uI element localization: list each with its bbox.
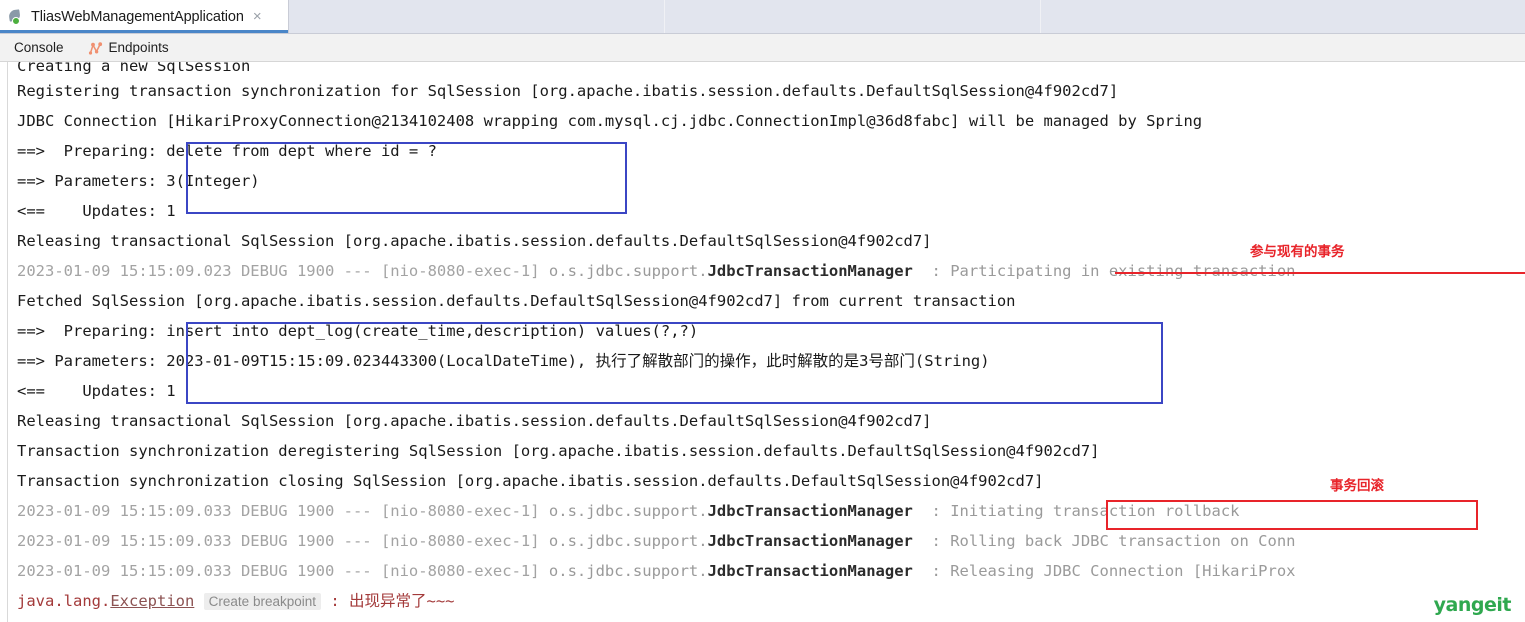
console-line-segment: 2023-01-09 15:15:09.033 DEBUG 1900 --- [… [17,532,549,550]
run-tab-tlias[interactable]: TliasWebManagementApplication × [0,0,289,33]
console-line-segment: JdbcTransactionManager [707,502,913,520]
console-line: ==> Preparing: insert into dept_log(crea… [0,316,1525,346]
console-line: Releasing transactional SqlSession [org.… [0,406,1525,436]
console-line: 2023-01-09 15:15:09.033 DEBUG 1900 --- [… [0,496,1525,526]
console-line: 2023-01-09 15:15:09.023 DEBUG 1900 --- [… [0,256,1525,286]
console-line-segment: o.s.jdbc.support. [548,532,708,550]
console-line-segment: JdbcTransactionManager [707,262,913,280]
console-line-segment: ==> Preparing: delete from dept where id… [17,142,437,160]
console-line: Transaction synchronization deregisterin… [0,436,1525,466]
editor-tab-bar: TliasWebManagementApplication × [0,0,1525,34]
console-line-segment: java.lang. [17,592,111,610]
tab-console-label: Console [14,40,64,55]
tab-bar-empty-area [289,0,1525,33]
console-line-segment: Releasing transactional SqlSession [org.… [17,412,932,430]
tab-console[interactable]: Console [4,38,74,57]
tab-bar-segment-1 [289,0,665,33]
run-tab-title: TliasWebManagementApplication [31,8,244,25]
console-line-segment: Releasing transactional SqlSession [org.… [17,232,932,250]
console-line: JDBC Connection [HikariProxyConnection@2… [0,106,1525,136]
tab-bar-segment-3 [1041,0,1525,33]
console-line: 2023-01-09 15:15:09.033 DEBUG 1900 --- [… [0,556,1525,586]
console-line-segment: Transaction synchronization deregisterin… [17,442,1100,460]
console-line: <== Updates: 1 [0,376,1525,406]
console-line-segment: 2023-01-09 15:15:09.033 DEBUG 1900 --- [… [17,562,549,580]
create-breakpoint-chip[interactable]: Create breakpoint [203,593,321,610]
console-line: ==> Parameters: 3(Integer) [0,166,1525,196]
close-icon[interactable]: × [251,9,264,24]
console-line: Creating a new SqlSession [0,62,1525,76]
console-line-segment: 2023-01-09 15:15:09.023 DEBUG 1900 --- [… [17,262,549,280]
console-line-segment: <== Updates: 1 [17,202,176,220]
console-line-segment: : Releasing JDBC Connection [HikariProx [912,562,1296,580]
console-line-segment: <== Updates: 1 [17,382,176,400]
console-line-list: Creating a new SqlSession Registering tra… [0,62,1525,616]
console-line: ==> Preparing: delete from dept where id… [0,136,1525,166]
console-line-segment: : Initiating transaction rollback [912,502,1240,520]
console-exception-line: java.lang.Exception Create breakpoint : … [0,586,1525,616]
console-line: 2023-01-09 15:15:09.033 DEBUG 1900 --- [… [0,526,1525,556]
console-line: <== Updates: 1 [0,196,1525,226]
console-line: Fetched SqlSession [org.apache.ibatis.se… [0,286,1525,316]
console-line-segment: ==> Parameters: 3(Integer) [17,172,260,190]
console-line: Releasing transactional SqlSession [org.… [0,226,1525,256]
console-line: Transaction synchronization closing SqlS… [0,466,1525,496]
tab-bar-segment-2 [665,0,1041,33]
endpoints-graph-icon [88,41,103,55]
console-line-segment: JdbcTransactionManager [707,562,913,580]
tab-endpoints[interactable]: Endpoints [78,38,179,57]
console-line-segment: ==> Preparing: insert into dept_log(crea… [17,322,699,340]
console-output-panel[interactable]: Creating a new SqlSession Registering tra… [0,62,1525,622]
console-line-segment: JdbcTransactionManager [707,532,913,550]
console-line: ==> Parameters: 2023-01-09T15:15:09.0234… [0,346,1525,376]
console-line-segment: Creating a new SqlSession [17,62,251,75]
console-line-segment: 2023-01-09 15:15:09.033 DEBUG 1900 --- [… [17,502,549,520]
console-line-segment: o.s.jdbc.support. [548,262,708,280]
watermark-yangeit: yangeit [1433,594,1512,616]
console-line-segment: ==> Parameters: 2023-01-09T15:15:09.0234… [17,352,990,370]
console-line-segment: Transaction synchronization closing SqlS… [17,472,1044,490]
console-line: Registering transaction synchronization … [0,76,1525,106]
console-line-segment: Fetched SqlSession [org.apache.ibatis.se… [17,292,1016,310]
console-line-segment: o.s.jdbc.support. [548,562,708,580]
run-tool-tab-row: Console Endpoints [0,34,1525,62]
console-line-segment: : Participating in existing transaction [912,262,1296,280]
console-line-segment: : 出现异常了~~~ [330,592,455,610]
console-line-segment: JDBC Connection [HikariProxyConnection@2… [17,112,1203,130]
console-line-segment: : Rolling back JDBC transaction on Conn [912,532,1296,550]
console-line-segment: Registering transaction synchronization … [17,82,1119,100]
tab-endpoints-label: Endpoints [108,40,169,55]
console-line-segment: o.s.jdbc.support. [548,502,708,520]
spring-boot-run-icon [8,8,24,25]
console-line-segment[interactable]: Exception [110,592,194,610]
